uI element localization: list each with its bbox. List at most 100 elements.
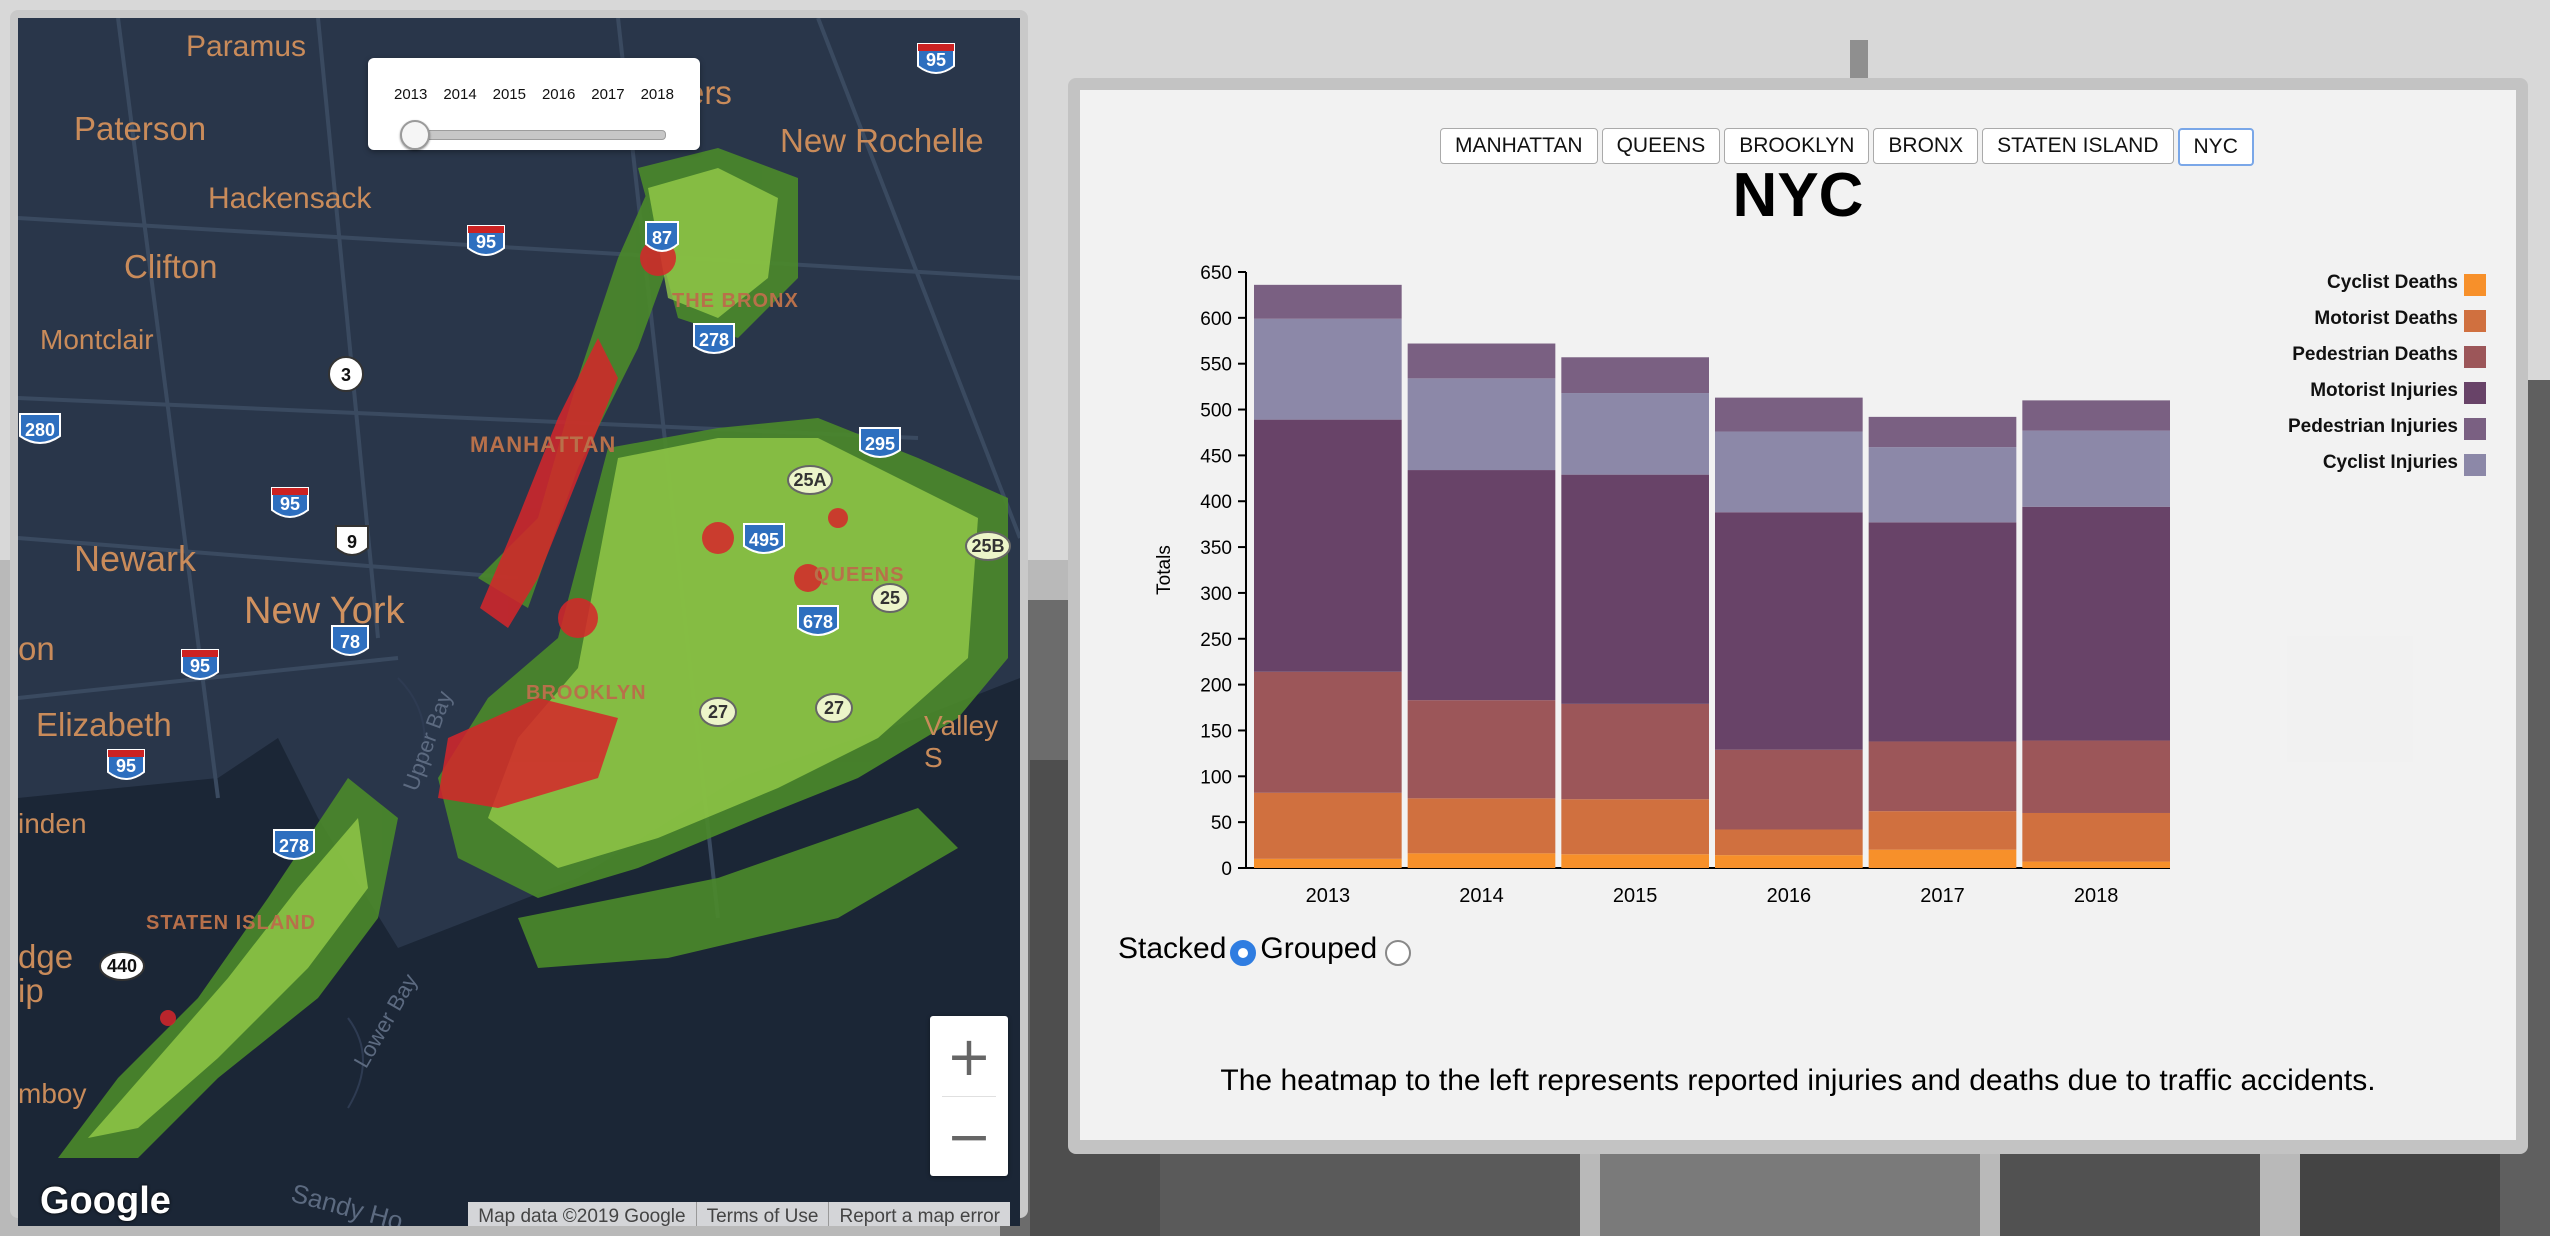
y-tick-label-450: 450 (1200, 446, 1232, 467)
x-tick-label-2013: 2013 (1306, 885, 1351, 907)
map-label-new-york: New York (244, 590, 405, 632)
chart-card: MANHATTAN QUEENS BROOKLYN BRONX STATEN I… (1080, 90, 2516, 1140)
bar-2017-motorist-injuries (1868, 522, 2017, 742)
zoom-in-button[interactable]: + (930, 1016, 1008, 1096)
bar-2016-motorist-deaths (1715, 829, 1863, 856)
zoom-control: + − (930, 1016, 1008, 1176)
map-label-brooklyn: BROOKLYN (526, 682, 647, 704)
stacked-radio[interactable] (1230, 940, 1257, 966)
y-tick-label-50: 50 (1211, 813, 1232, 834)
y-tick-label-0: 0 (1221, 859, 1232, 880)
legend-swatch-cyclist-deaths (2464, 274, 2486, 296)
stacked-bar-chart: 0 50 100 150 200 250 300 350 400 450 500 550 600 650 T… (1154, 263, 2486, 907)
y-tick-label-650: 650 (1200, 263, 1232, 284)
bar-2015-pedestrian-deaths (1561, 703, 1709, 800)
bar-2016-cyclist-deaths (1715, 855, 1863, 868)
map-attribution: Map data ©2019 Google Terms of Use Repor… (468, 1202, 1010, 1226)
y-tick-label-400: 400 (1200, 492, 1232, 513)
y-tick-label-200: 200 (1200, 676, 1232, 697)
bar-2013-cyclist-deaths (1254, 858, 1402, 868)
chart-caption: The heatmap to the left represents repor… (1220, 1064, 2376, 1097)
bar-2017-pedestrian-deaths (1868, 741, 2017, 812)
bar-2014-motorist-injuries (1407, 470, 1556, 701)
legend-label-pedestrian-deaths: Pedestrian Deaths (2292, 344, 2458, 365)
bar-2013-top-band (1254, 284, 1402, 319)
map-label-amboy: mboy (18, 1078, 87, 1109)
stacked-label: Stacked (1118, 932, 1227, 965)
bar-2017-cyclist-deaths (1868, 849, 2017, 868)
map-label-staten-island: STATEN ISLAND (146, 912, 317, 934)
year-slider-thumb[interactable] (400, 120, 430, 150)
bar-2015-cyclist-injuries (1561, 393, 1709, 475)
grouped-radio[interactable] (1385, 940, 1412, 966)
x-tick-label-2014: 2014 (1459, 885, 1504, 907)
map-label-paramus: Paramus (186, 30, 307, 63)
chart-panel: MANHATTAN QUEENS BROOKLYN BRONX STATEN I… (1068, 78, 2528, 1154)
bar-2016-cyclist-injuries (1715, 431, 1863, 513)
bar-2015-motorist-deaths (1561, 799, 1709, 855)
year-tick-2015: 2015 (492, 86, 526, 103)
legend-swatch-pedestrian-injuries (2464, 418, 2486, 440)
y-tick-label-100: 100 (1200, 767, 1232, 788)
map-label-new-rochelle: New Rochelle (780, 122, 984, 159)
map-label-hackensack: Hackensack (208, 182, 372, 215)
bar-2014-cyclist-deaths (1407, 853, 1556, 868)
bar-2015-motorist-injuries (1561, 474, 1709, 704)
y-tick-label-600: 600 (1200, 309, 1232, 330)
bar-2018-top-band (2022, 400, 2170, 431)
terms-of-use-link[interactable]: Terms of Use (695, 1202, 829, 1226)
legend-label-cyclist-injuries: Cyclist Injuries (2323, 452, 2458, 473)
legend-swatch-pedestrian-deaths (2464, 346, 2486, 368)
map-label-clifton: Clifton (124, 248, 218, 285)
year-slider-track[interactable] (416, 130, 666, 140)
legend-swatch-cyclist-injuries (2464, 454, 2486, 476)
year-slider[interactable]: 2013 2014 2015 2016 2017 2018 (368, 58, 700, 150)
heatmap-map[interactable]: Paramus Paterson Hackensack Clifton Mont… (18, 18, 1020, 1226)
map-label-elizabeth: Elizabeth (36, 706, 172, 743)
bar-2018-motorist-deaths (2022, 812, 2170, 862)
bar-2018-cyclist-deaths (2022, 861, 2170, 868)
bar-2018-motorist-injuries (2022, 506, 2170, 741)
report-map-error-link[interactable]: Report a map error (828, 1202, 1010, 1226)
x-tick-label-2017: 2017 (1920, 885, 1965, 907)
bar-2017-motorist-deaths (1868, 811, 2017, 850)
google-logo: Google (40, 1180, 171, 1222)
legend-swatch-motorist-injuries (2464, 382, 2486, 404)
bar-2014-cyclist-injuries (1407, 378, 1556, 471)
legend-label-motorist-deaths: Motorist Deaths (2314, 308, 2458, 329)
y-tick-label-250: 250 (1200, 630, 1232, 651)
year-tick-2013: 2013 (394, 86, 428, 103)
map-canvas (18, 18, 1020, 1226)
bar-2013-cyclist-injuries (1254, 318, 1402, 420)
y-tick-label-500: 500 (1200, 401, 1232, 422)
year-tick-2016: 2016 (541, 86, 576, 103)
map-label-on: on (18, 630, 55, 667)
x-tick-label-2016: 2016 (1767, 885, 1812, 907)
legend-swatch-motorist-deaths (2464, 310, 2486, 332)
bar-2014-top-band (1407, 343, 1556, 379)
bar-2017-cyclist-injuries (1868, 447, 2017, 523)
bar-2016-pedestrian-deaths (1715, 749, 1863, 830)
map-label-valley-stream: Valley S (924, 710, 999, 773)
bar-2014-pedestrian-deaths (1407, 700, 1556, 799)
map-panel: Paramus Paterson Hackensack Clifton Mont… (10, 10, 1028, 1226)
bar-2018-cyclist-injuries (2022, 430, 2170, 507)
map-label-newark: Newark (74, 538, 197, 579)
x-tick-label-2015: 2015 (1613, 885, 1658, 907)
map-label-edge: dge (18, 938, 74, 975)
bar-2015-cyclist-deaths (1561, 854, 1709, 868)
bar-2015-top-band (1561, 357, 1709, 394)
y-tick-label-150: 150 (1200, 721, 1232, 742)
bar-2016-top-band (1715, 397, 1863, 432)
year-tick-2018: 2018 (640, 86, 674, 103)
bar-2018-pedestrian-deaths (2022, 740, 2170, 813)
map-label-paterson: Paterson (74, 110, 207, 147)
bar-2013-motorist-injuries (1254, 419, 1402, 672)
zoom-out-button[interactable]: − (930, 1096, 1008, 1176)
map-data-credit[interactable]: Map data ©2019 Google (468, 1202, 695, 1226)
map-label-inden: inden (18, 808, 87, 839)
year-tick-2014: 2014 (443, 86, 477, 103)
y-tick-label-350: 350 (1200, 538, 1232, 559)
y-axis-label: Totals (1154, 545, 1175, 595)
legend-label-motorist-injuries: Motorist Injuries (2310, 380, 2458, 401)
